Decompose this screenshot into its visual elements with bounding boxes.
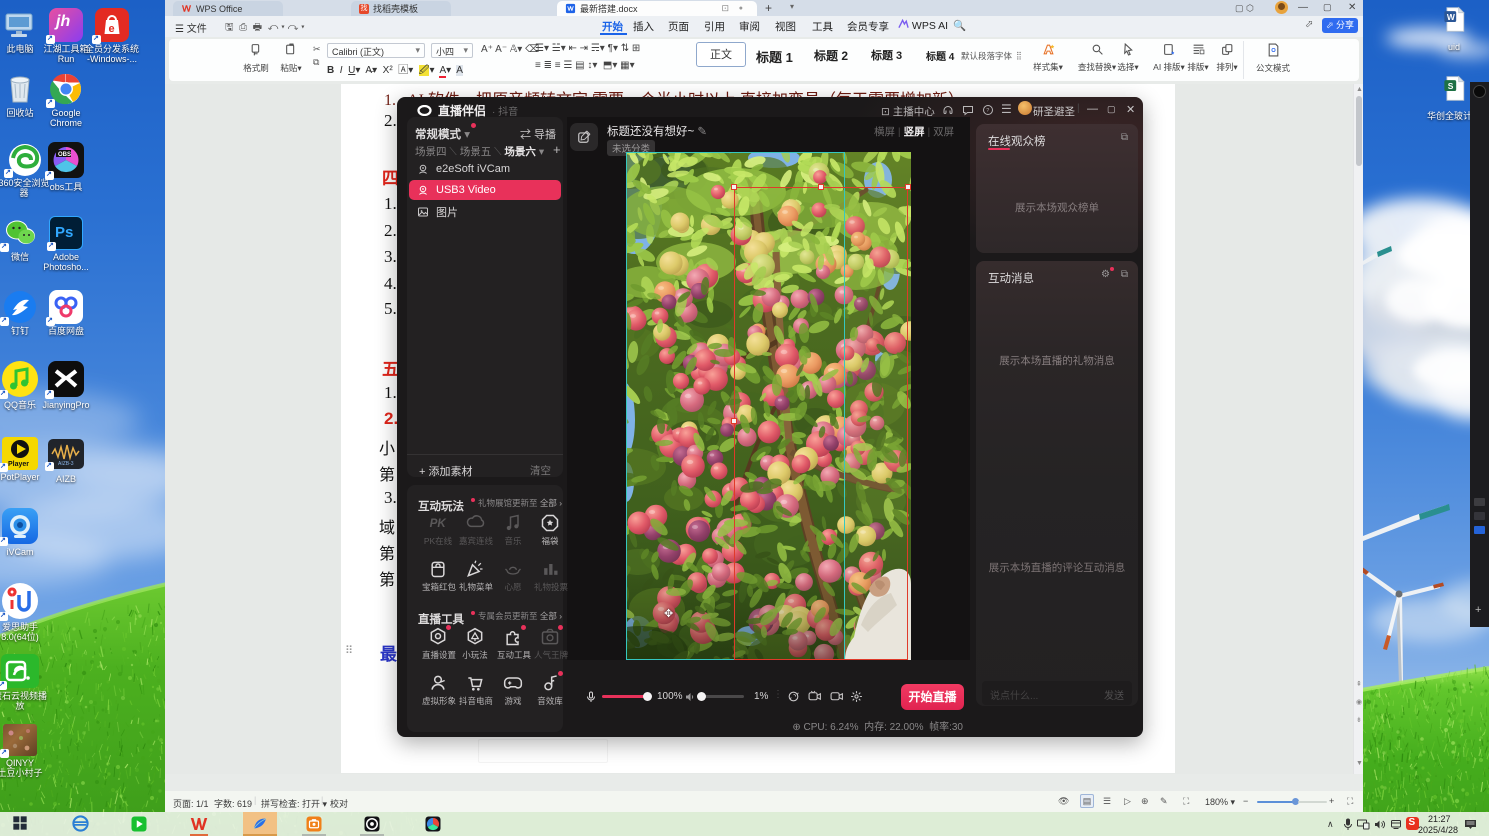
- svg-text:S: S: [1447, 81, 1453, 91]
- svg-text:Player: Player: [8, 461, 29, 468]
- svg-text:OBS: OBS: [58, 152, 71, 158]
- svg-text:PK: PK: [430, 517, 448, 530]
- svg-text:e: e: [109, 23, 115, 35]
- svg-text:AIZB-3: AIZB-3: [58, 461, 74, 467]
- svg-text:?: ?: [986, 108, 989, 114]
- svg-text:W: W: [1446, 12, 1454, 22]
